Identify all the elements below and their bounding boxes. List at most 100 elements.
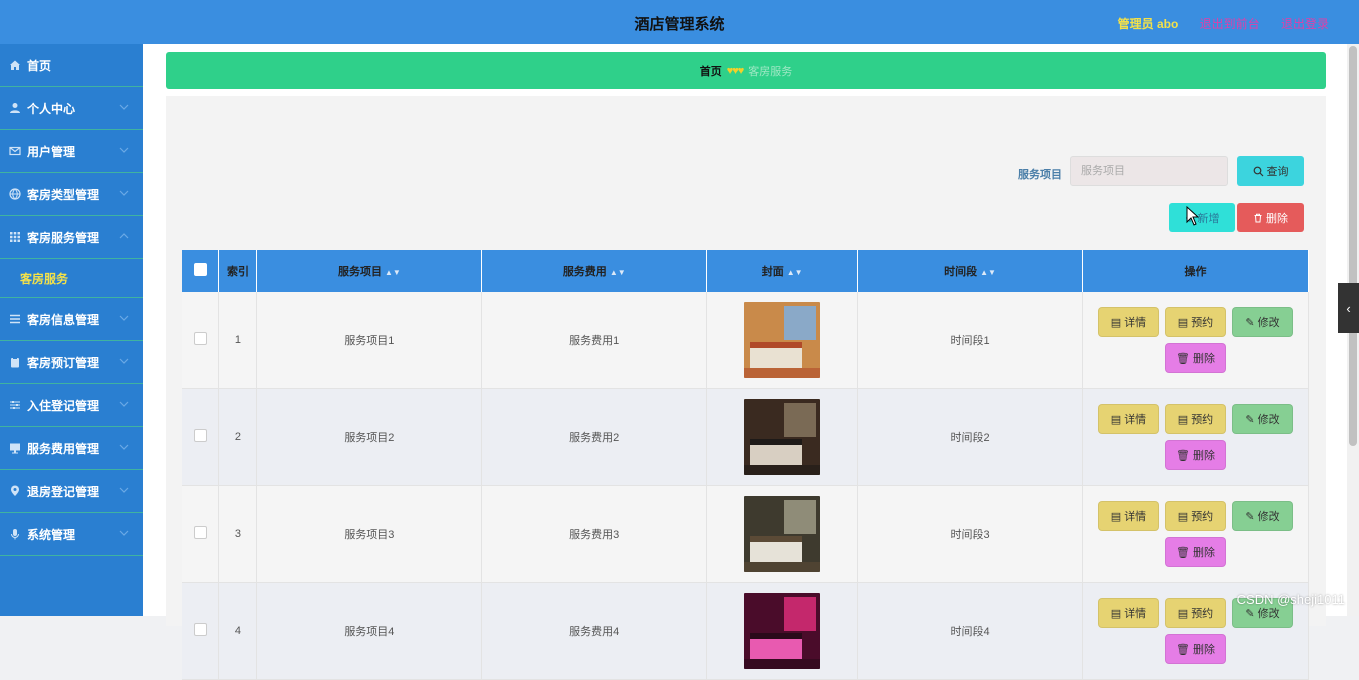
- breadcrumb-home[interactable]: 首页: [700, 63, 722, 79]
- document-icon: ▤: [1110, 316, 1122, 329]
- sort-icon[interactable]: ▲▼: [980, 268, 996, 277]
- logout-link[interactable]: 退出登录: [1281, 17, 1329, 31]
- chevron-up-icon: [119, 233, 129, 239]
- period-cell: 时间段4: [857, 582, 1083, 680]
- detail-button[interactable]: ▤ 详情: [1097, 501, 1159, 531]
- column-header-item[interactable]: 服务项目 ▲▼: [256, 250, 483, 292]
- sidebar-item-room-service-management[interactable]: 客房服务管理: [0, 216, 143, 259]
- row-select-cell: [182, 388, 220, 486]
- room-cover-image[interactable]: [744, 302, 821, 378]
- cover-cell: [706, 292, 859, 389]
- add-button[interactable]: 新增: [1169, 203, 1235, 232]
- column-header-period[interactable]: 时间段 ▲▼: [857, 250, 1083, 292]
- sidebar-item-label: 服务费用管理: [27, 441, 100, 456]
- period-cell: 时间段3: [857, 485, 1083, 583]
- main-content: 首页 ♥♥♥ 客房服务 服务项目 查询 新增 删除 索引 服: [143, 44, 1359, 680]
- row-checkbox[interactable]: [193, 332, 207, 345]
- delete-button[interactable]: 🗑 删除: [1164, 537, 1226, 567]
- column-header-cover[interactable]: 封面 ▲▼: [706, 250, 859, 292]
- mic-icon: [9, 528, 21, 540]
- detail-button[interactable]: ▤ 详情: [1097, 307, 1159, 337]
- sidebar-item-room-info-management[interactable]: 客房信息管理: [0, 298, 143, 341]
- batch-delete-button[interactable]: 删除: [1237, 203, 1304, 232]
- delete-button[interactable]: 🗑 删除: [1164, 343, 1226, 373]
- edit-button-label: 修改: [1257, 608, 1280, 620]
- actions-cell: ▤ 详情 ▤ 预约 ✎ 修改 🗑 删除: [1082, 388, 1310, 486]
- actions-cell: ▤ 详情 ▤ 预约 ✎ 修改 🗑 删除: [1082, 292, 1310, 389]
- fee-cell: 服务费用3: [481, 485, 708, 583]
- edit-button-label: 修改: [1257, 414, 1280, 426]
- room-cover-image[interactable]: [744, 399, 821, 475]
- sidebar-item-checkout-management[interactable]: 退房登记管理: [0, 470, 143, 513]
- book-button[interactable]: ▤ 预约: [1164, 501, 1226, 531]
- column-header-actions: 操作: [1082, 250, 1310, 292]
- edit-button-label: 修改: [1257, 317, 1280, 329]
- book-button[interactable]: ▤ 预约: [1164, 307, 1226, 337]
- edit-button[interactable]: ✎ 修改: [1231, 307, 1293, 337]
- delete-button[interactable]: 🗑 删除: [1164, 634, 1226, 664]
- room-cover-image[interactable]: [744, 593, 821, 669]
- delete-button[interactable]: 🗑 删除: [1164, 440, 1226, 470]
- chevron-down-icon: [119, 190, 129, 196]
- row-checkbox[interactable]: [193, 623, 207, 636]
- home-icon: [9, 59, 21, 71]
- period-cell: 时间段2: [857, 388, 1083, 486]
- row-checkbox[interactable]: [193, 429, 207, 442]
- sidebar-item-room-type-management[interactable]: 客房类型管理: [0, 173, 143, 216]
- chevron-down-icon: [119, 487, 129, 493]
- period-cell: 时间段1: [857, 292, 1083, 389]
- list-icon: [9, 313, 21, 325]
- pencil-icon: ✎: [1245, 510, 1255, 523]
- search-input[interactable]: [1070, 156, 1228, 186]
- select-all-checkbox[interactable]: [193, 263, 207, 276]
- edit-button[interactable]: ✎ 修改: [1231, 404, 1293, 434]
- grid-icon: [9, 231, 21, 243]
- column-header-index: 索引: [218, 250, 258, 292]
- detail-button-label: 详情: [1124, 511, 1147, 523]
- back-to-front-link[interactable]: 退出到前台: [1200, 17, 1260, 31]
- book-button[interactable]: ▤ 预约: [1164, 404, 1226, 434]
- row-checkbox[interactable]: [193, 526, 207, 539]
- sidebar-item-service-fee-management[interactable]: 服务费用管理: [0, 427, 143, 470]
- sidebar-item-personal-center[interactable]: 个人中心: [0, 87, 143, 130]
- index-cell: 3: [218, 485, 258, 583]
- sidebar-subitem-room-service[interactable]: 客房服务: [0, 259, 143, 298]
- edit-button[interactable]: ✎ 修改: [1231, 501, 1293, 531]
- table-row[interactable]: 4 服务项目4 服务费用4 时间段4 ▤ 详情 ▤ 预约 ✎ 修改 🗑 删除: [182, 582, 1310, 680]
- sidebar: 首页 个人中心 用户管理 客房类型管理 客房服务管理 客房服务 客房信息管理 客…: [0, 44, 143, 616]
- item-cell: 服务项目3: [256, 485, 483, 583]
- watermark: CSDN @sheji1011: [1236, 592, 1345, 607]
- chevron-down-icon: [119, 358, 129, 364]
- detail-button[interactable]: ▤ 详情: [1097, 598, 1159, 628]
- column-label: 封面: [761, 266, 784, 278]
- sidebar-item-label: 退房登记管理: [27, 484, 100, 499]
- sidebar-item-system-management[interactable]: 系统管理: [0, 513, 143, 556]
- table-row[interactable]: 3 服务项目3 服务费用3 时间段3 ▤ 详情 ▤ 预约 ✎ 修改 🗑 删除: [182, 485, 1310, 583]
- scroll-thumb[interactable]: [1349, 46, 1357, 446]
- query-button[interactable]: 查询: [1237, 156, 1304, 186]
- book-button[interactable]: ▤ 预约: [1164, 598, 1226, 628]
- query-button-label: 查询: [1266, 166, 1289, 178]
- table-row[interactable]: 2 服务项目2 服务费用2 时间段2 ▤ 详情 ▤ 预约 ✎ 修改 🗑 删除: [182, 388, 1310, 486]
- document-icon: ▤: [1110, 607, 1122, 620]
- sidebar-item-checkin-management[interactable]: 入住登记管理: [0, 384, 143, 427]
- sidebar-item-room-booking-management[interactable]: 客房预订管理: [0, 341, 143, 384]
- sidebar-item-home[interactable]: 首页: [0, 44, 143, 87]
- room-cover-image[interactable]: [744, 496, 821, 572]
- side-panel-toggle[interactable]: ‹: [1338, 283, 1359, 333]
- detail-button[interactable]: ▤ 详情: [1097, 404, 1159, 434]
- sidebar-item-label: 个人中心: [27, 101, 76, 116]
- trash-icon: 🗑: [1176, 352, 1190, 365]
- chevron-down-icon: [119, 401, 129, 407]
- column-label: 操作: [1184, 266, 1207, 278]
- table-row[interactable]: 1 服务项目1 服务费用1 时间段1 ▤ 详情 ▤ 预约 ✎ 修改 🗑 删除: [182, 292, 1310, 389]
- sort-icon[interactable]: ▲▼: [610, 268, 626, 277]
- column-header-fee[interactable]: 服务费用 ▲▼: [481, 250, 708, 292]
- column-label: 服务项目: [337, 266, 382, 278]
- sidebar-item-user-management[interactable]: 用户管理: [0, 130, 143, 173]
- user-icon: [9, 102, 21, 114]
- breadcrumb-separator: ♥♥♥: [726, 64, 745, 77]
- sort-icon[interactable]: ▲▼: [787, 268, 803, 277]
- sort-icon[interactable]: ▲▼: [385, 268, 401, 277]
- column-label: 服务费用: [562, 266, 607, 278]
